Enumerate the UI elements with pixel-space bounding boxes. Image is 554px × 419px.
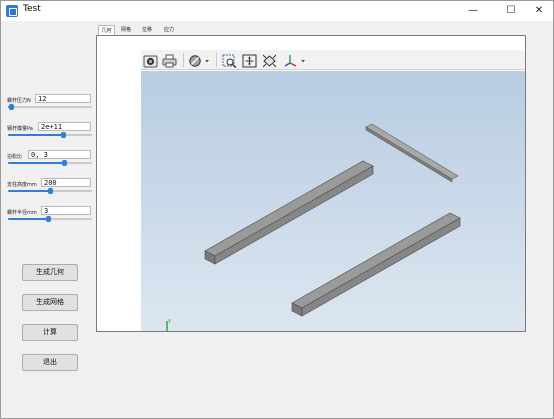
maximize-button[interactable]: ☐ (496, 1, 526, 21)
camera-icon[interactable] (143, 53, 158, 68)
generate-mesh-button[interactable]: 生成网格 (22, 294, 78, 311)
model-view: y x z (166, 123, 461, 331)
param-bolt-pressure: 螺杆压力N 12 (7, 94, 93, 112)
view-cube-icon[interactable] (262, 53, 277, 68)
toolbar-separator (183, 53, 184, 67)
steel-modulus-input[interactable]: 2e+11 (38, 122, 91, 131)
viewer-toolbar (141, 50, 525, 70)
poisson-ratio-input[interactable]: 0, 3 (28, 150, 91, 159)
app-window: Test — ☐ ✕ 螺杆压力N 12 钢杆模量Pa 2e+11 泊松比 0, … (0, 0, 554, 419)
bolt-radius-input[interactable]: 3 (41, 206, 91, 215)
generate-geometry-button[interactable]: 生成几何 (22, 264, 78, 281)
bolt-pressure-input[interactable]: 12 (35, 94, 91, 103)
slider-thumb[interactable] (48, 188, 53, 194)
param-label: 螺杆压力N (7, 98, 31, 104)
slider-thumb[interactable] (62, 160, 67, 166)
bolt-radius-slider[interactable] (8, 216, 92, 222)
connecting-rod (365, 123, 459, 183)
display-mode-icon[interactable] (188, 53, 210, 67)
param-label: 螺杆半径mm (7, 210, 37, 216)
print-icon[interactable] (162, 53, 177, 68)
view-frame: y x z (96, 35, 526, 332)
param-bolt-radius: 螺杆半径mm 3 (7, 206, 93, 224)
slider-thumb[interactable] (9, 104, 14, 110)
poisson-ratio-slider[interactable] (8, 160, 92, 166)
param-steel-modulus: 钢杆模量Pa 2e+11 (7, 122, 93, 140)
steel-modulus-slider[interactable] (8, 132, 92, 138)
param-label: 钢杆模量Pa (7, 126, 33, 132)
maximize-icon: ☐ (506, 5, 516, 16)
param-pillar-height: 支柱高度mm 200 (7, 178, 93, 196)
axis-icon[interactable] (284, 53, 308, 67)
parameter-panel: 螺杆压力N 12 钢杆模量Pa 2e+11 泊松比 0, 3 支柱高度mm 20… (1, 21, 95, 419)
slider-thumb[interactable] (46, 216, 51, 222)
zoom-box-icon[interactable] (222, 53, 237, 69)
pillar-height-slider[interactable] (8, 188, 92, 194)
slider-thumb[interactable] (61, 132, 66, 138)
window-title: Test (23, 4, 41, 14)
app-icon (6, 5, 18, 17)
minimize-button[interactable]: — (458, 1, 488, 21)
3d-viewport[interactable]: y x z (141, 71, 525, 331)
toolbar-separator (216, 53, 217, 67)
title-bar: Test — ☐ ✕ (1, 1, 553, 21)
axis-label-y: y (168, 318, 171, 324)
bolt-pressure-slider[interactable] (8, 104, 92, 110)
axis-triad: y x z (166, 318, 171, 331)
pillar-height-input[interactable]: 200 (41, 178, 91, 187)
compute-button[interactable]: 计算 (22, 324, 78, 341)
rear-beam (204, 160, 374, 265)
param-label: 泊松比 (7, 154, 23, 160)
param-poisson-ratio: 泊松比 0, 3 (7, 150, 93, 168)
param-label: 支柱高度mm (7, 182, 37, 188)
exit-button[interactable]: 退出 (22, 354, 78, 371)
front-beam (291, 212, 461, 317)
close-icon: ✕ (534, 5, 544, 16)
close-button[interactable]: ✕ (524, 1, 554, 21)
minimize-icon: — (468, 5, 478, 16)
fit-all-icon[interactable] (242, 53, 257, 68)
